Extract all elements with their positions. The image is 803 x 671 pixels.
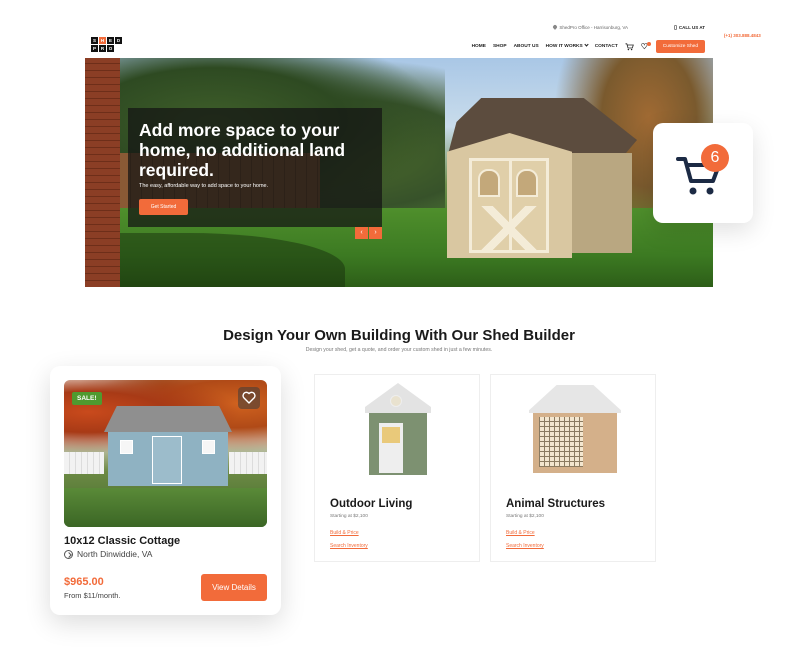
- hero-shed-image: [447, 88, 637, 263]
- phone-icon: [673, 25, 677, 30]
- customize-shed-button[interactable]: Customize Shed: [655, 39, 705, 53]
- hero-brick-wall: [85, 58, 120, 287]
- shed-door-window: [478, 169, 500, 197]
- hero-slider-arrows: ‹ ›: [355, 227, 382, 239]
- build-price-link[interactable]: Build & Price: [330, 530, 359, 536]
- shed-door-window: [516, 169, 538, 197]
- section-subtitle: Design your shed, get a quote, and order…: [305, 347, 493, 353]
- cart-icon[interactable]: [625, 42, 634, 50]
- search-inventory-link[interactable]: Search Inventory: [330, 543, 368, 549]
- category-price: Starting at $2,100: [330, 514, 368, 519]
- product-image: SALE!: [64, 380, 267, 527]
- phone-number[interactable]: (+1) 303.888.4843: [724, 33, 790, 125]
- nav-shop[interactable]: SHOP: [493, 44, 507, 49]
- playhouse-door-window: [382, 427, 400, 443]
- chevron-down-icon: [584, 42, 589, 47]
- nav-how-it-works-label: HOW IT WORKS: [545, 44, 583, 49]
- animal-structure-image: [529, 385, 621, 475]
- cart-widget[interactable]: 6: [653, 123, 753, 223]
- location-pin-icon: [552, 24, 559, 30]
- animal-structure-mesh: [539, 417, 583, 467]
- cart-icon-svg: [625, 42, 634, 50]
- location-arrow-icon: [64, 549, 73, 559]
- cottage-window: [120, 440, 133, 454]
- nav-contact[interactable]: CONTACT: [595, 44, 618, 49]
- hero-headline: Add more space to your home, no addition…: [139, 120, 346, 180]
- shed-side: [572, 153, 632, 253]
- main-nav: HOME SHOP ABOUT US HOW IT WORKS CONTACT …: [472, 39, 705, 53]
- product-lawn: [64, 488, 267, 527]
- product-location-text: North Dinwiddie, VA: [77, 549, 153, 559]
- playhouse-round-window: [390, 395, 402, 407]
- nav-home[interactable]: HOME: [472, 44, 486, 49]
- nav-about-us[interactable]: ABOUT US: [514, 44, 539, 49]
- cottage-shed-image: [104, 406, 232, 486]
- logo-letter: S: [91, 37, 98, 44]
- category-card-outdoor-living[interactable]: Outdoor Living Starting at $2,100 Build …: [314, 374, 480, 562]
- cottage-window: [202, 440, 215, 454]
- playhouse-door: [379, 423, 403, 473]
- wishlist-icon[interactable]: ♡: [641, 41, 651, 50]
- category-title: Outdoor Living: [330, 498, 413, 510]
- slider-next-button[interactable]: ›: [369, 227, 382, 239]
- animal-structure-roof: [529, 385, 621, 413]
- logo-letter: H: [99, 37, 106, 44]
- category-card-animal-structures[interactable]: Animal Structures Starting at $2,100 Bui…: [490, 374, 656, 562]
- hero-overlay-card: Add more space to your home, no addition…: [128, 108, 382, 227]
- category-image: [491, 375, 657, 485]
- call-info[interactable]: CALL US AT (+1) 303.888.4843: [673, 25, 761, 38]
- top-info-bar: ShedPro Office - Harrisonburg, VA CALL U…: [85, 24, 761, 38]
- cottage-door: [152, 436, 182, 484]
- product-price: $965.00: [64, 576, 104, 588]
- sale-badge: SALE!: [72, 392, 102, 405]
- logo-letter: R: [99, 45, 106, 52]
- product-monthly-price: From $11/month.: [64, 591, 121, 600]
- product-location: North Dinwiddie, VA: [64, 549, 152, 559]
- get-started-button[interactable]: Get Started: [139, 199, 188, 215]
- office-location: ShedPro Office - Harrisonburg, VA: [552, 24, 628, 30]
- logo-letter: E: [107, 37, 114, 44]
- section-title: Design Your Own Building With Our Shed B…: [223, 327, 575, 344]
- shed-door: [469, 158, 549, 253]
- logo-letter: P: [91, 45, 98, 52]
- cottage-roof: [104, 406, 232, 432]
- call-label: CALL US AT: [678, 25, 705, 30]
- build-price-link[interactable]: Build & Price: [506, 530, 535, 536]
- slider-prev-button[interactable]: ‹: [355, 227, 368, 239]
- cart-count-badge: 6: [701, 144, 729, 172]
- nav-how-it-works[interactable]: HOW IT WORKS: [545, 42, 589, 49]
- logo-letter: D: [115, 37, 122, 44]
- office-text: ShedPro Office - Harrisonburg, VA: [559, 25, 628, 30]
- product-name: 10x12 Classic Cottage: [64, 535, 181, 547]
- shed-door-crossbrace: [472, 205, 546, 250]
- product-fence: [64, 452, 104, 474]
- hero-subtext: The easy, affordable way to add space to…: [139, 183, 269, 189]
- view-details-button[interactable]: View Details: [201, 574, 267, 601]
- search-inventory-link[interactable]: Search Inventory: [506, 543, 544, 549]
- category-price: Starting at $2,100: [506, 514, 544, 519]
- logo-letter: O: [107, 45, 114, 52]
- wishlist-dot: [646, 41, 651, 46]
- category-title: Animal Structures: [506, 498, 606, 510]
- heart-icon: [242, 391, 256, 404]
- shedpro-logo[interactable]: S H E D P R O: [91, 37, 125, 54]
- product-fence: [229, 452, 267, 474]
- category-image: [315, 375, 481, 485]
- favorite-button[interactable]: [238, 387, 260, 409]
- product-card[interactable]: SALE! 10x12 Classic Cottage North Dinwid…: [50, 366, 281, 615]
- playhouse-image: [365, 383, 431, 475]
